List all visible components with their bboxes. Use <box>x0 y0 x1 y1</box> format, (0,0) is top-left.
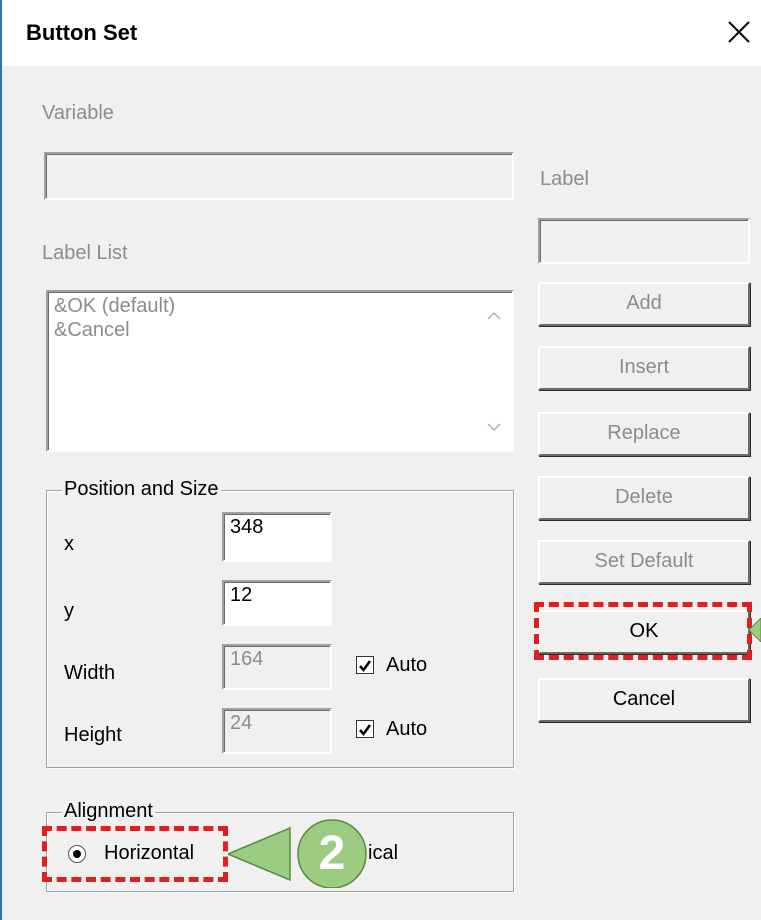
width-label: Width <box>64 662 116 684</box>
callout-badge: 2 <box>228 814 378 888</box>
add-button[interactable]: Add <box>538 282 750 326</box>
x-input[interactable]: 348 <box>222 512 332 562</box>
label-list-items: &OK (default) &Cancel <box>54 294 175 342</box>
alignment-title: Alignment <box>62 800 155 823</box>
title-bar: Button Set <box>2 0 761 66</box>
list-item[interactable]: &OK (default) <box>54 294 175 318</box>
replace-button[interactable]: Replace <box>538 412 750 456</box>
y-input[interactable]: 12 <box>222 580 332 626</box>
callout-arrow-tip <box>748 617 761 648</box>
close-icon[interactable] <box>717 12 757 52</box>
width-input[interactable]: 164 <box>222 644 332 690</box>
y-label: y <box>64 600 74 622</box>
variable-label: Variable <box>42 102 114 124</box>
label-list[interactable]: &OK (default) &Cancel <box>46 290 514 452</box>
height-label: Height <box>64 724 122 746</box>
height-auto-label: Auto <box>386 718 428 740</box>
dialog-title: Button Set <box>26 20 138 45</box>
y-value: 12 <box>230 584 253 606</box>
callout-number: 2 <box>318 827 346 880</box>
width-auto-checkbox[interactable] <box>356 656 374 674</box>
ok-highlight-box <box>534 602 752 660</box>
variable-field[interactable] <box>44 152 514 200</box>
set-default-button[interactable]: Set Default <box>538 540 750 584</box>
scroll-up-icon[interactable] <box>486 304 502 327</box>
label-field[interactable] <box>538 218 750 264</box>
horizontal-highlight-box <box>42 826 228 882</box>
insert-button[interactable]: Insert <box>538 346 750 390</box>
list-item[interactable]: &Cancel <box>54 318 175 342</box>
x-label: x <box>64 533 74 555</box>
width-auto-label: Auto <box>386 654 428 676</box>
height-input[interactable]: 24 <box>222 708 332 754</box>
label-list-label: Label List <box>42 242 128 264</box>
x-value: 348 <box>230 516 264 538</box>
width-value: 164 <box>230 648 264 670</box>
checkmark-icon <box>359 660 372 673</box>
position-size-title: Position and Size <box>62 478 221 501</box>
checkmark-icon <box>359 724 372 737</box>
height-value: 24 <box>230 712 253 734</box>
height-auto-checkbox[interactable] <box>356 720 374 738</box>
scroll-down-icon[interactable] <box>486 417 502 440</box>
label-field-label: Label <box>540 168 589 190</box>
cancel-button[interactable]: Cancel <box>538 678 750 722</box>
delete-button[interactable]: Delete <box>538 476 750 520</box>
button-set-dialog: Button Set Variable Label Label List &OK… <box>0 0 761 920</box>
